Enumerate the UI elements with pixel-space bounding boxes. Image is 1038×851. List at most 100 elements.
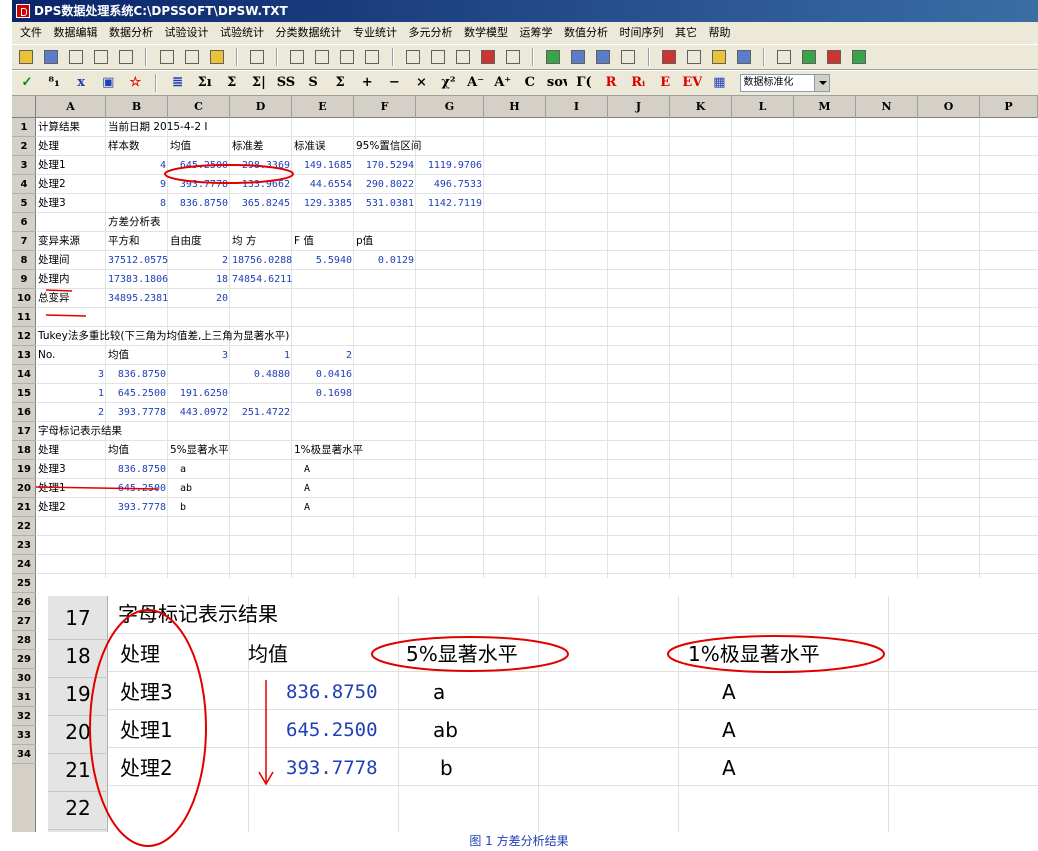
ss-icon[interactable]: SS	[276, 73, 296, 93]
c-icon[interactable]: C	[520, 73, 540, 93]
cell-number[interactable]: 251.4722	[232, 403, 290, 422]
save-icon[interactable]	[44, 50, 59, 64]
cell-header[interactable]: 变异来源	[38, 232, 104, 251]
column-header[interactable]: P	[980, 96, 1038, 118]
column-header[interactable]: G	[416, 96, 484, 118]
cell-letter[interactable]: A	[304, 460, 362, 479]
delete-row-icon[interactable]	[340, 50, 355, 64]
cell-treatment[interactable]: 处理2	[38, 175, 104, 194]
column-header[interactable]: I	[546, 96, 608, 118]
row-header[interactable]: 23	[12, 536, 36, 555]
multiply-icon[interactable]: ×	[411, 73, 431, 93]
chart-icon[interactable]	[571, 50, 586, 64]
edit-icon[interactable]	[505, 50, 520, 64]
filter-icon[interactable]	[365, 50, 380, 64]
a-plus-icon[interactable]: A⁺	[493, 73, 513, 93]
menu-experiment-stats[interactable]: 试验统计	[216, 22, 268, 44]
menu-professional-stats[interactable]: 专业统计	[349, 22, 401, 44]
row-header[interactable]: 9	[12, 270, 36, 289]
cell-number[interactable]: 836.8750	[108, 460, 166, 479]
row-header[interactable]: 4	[12, 175, 36, 194]
cell-number[interactable]: 20	[170, 289, 228, 308]
cell-number[interactable]: 1	[38, 384, 104, 403]
row-header[interactable]: 7	[12, 232, 36, 251]
xy-icon[interactable]	[480, 50, 495, 64]
sov-icon[interactable]: sov	[547, 73, 567, 93]
row-header[interactable]: 22	[12, 517, 36, 536]
cell-header[interactable]: 95%置信区间	[356, 137, 482, 156]
bar-chart-icon[interactable]	[546, 50, 561, 64]
cell-number[interactable]: 3	[170, 346, 228, 365]
menu-other[interactable]: 其它	[671, 22, 701, 44]
row-header[interactable]: 12	[12, 327, 36, 346]
cell-number[interactable]: 298.3369	[232, 156, 290, 175]
r-icon[interactable]: R	[601, 73, 621, 93]
cell-letter[interactable]: a	[180, 460, 238, 479]
insert-col-icon[interactable]	[315, 50, 330, 64]
cell-header[interactable]: 样本数	[108, 137, 166, 156]
s-icon[interactable]: S	[303, 73, 323, 93]
cell-header[interactable]: 5%显著水平	[170, 441, 276, 460]
cell-number[interactable]: 37512.0575	[108, 251, 168, 270]
cell-header[interactable]: 平方和	[108, 232, 166, 251]
menu-file[interactable]: 文件	[16, 22, 46, 44]
menu-data-edit[interactable]: 数据编辑	[50, 22, 102, 44]
cell-letter[interactable]: ab	[180, 479, 238, 498]
cell-letter[interactable]: b	[180, 498, 238, 517]
cell-header[interactable]: No.	[38, 346, 104, 365]
menu-multivariate[interactable]: 多元分析	[405, 22, 457, 44]
cell-number[interactable]: 2	[38, 403, 104, 422]
menu-math-models[interactable]: 数学模型	[460, 22, 512, 44]
matrix-icon[interactable]: ▦	[709, 73, 729, 93]
cell-header[interactable]: 处理	[38, 441, 104, 460]
cell-number[interactable]: 0.1698	[294, 384, 352, 403]
row-header[interactable]: 5	[12, 194, 36, 213]
cut-icon[interactable]	[159, 50, 174, 64]
cell-number[interactable]: 0.4880	[232, 365, 290, 384]
cell-number[interactable]: 34895.2381	[108, 289, 168, 308]
cell-number[interactable]: 836.8750	[108, 365, 166, 384]
cell-number[interactable]: 149.1685	[294, 156, 352, 175]
stack-icon[interactable]: ≣	[168, 73, 188, 93]
plus-icon[interactable]: +	[357, 73, 377, 93]
row-header[interactable]: 16	[12, 403, 36, 422]
row-header[interactable]: 8	[12, 251, 36, 270]
chevron-down-icon[interactable]	[813, 75, 829, 91]
e-icon[interactable]: E	[655, 73, 675, 93]
gamma-icon[interactable]: Γ(	[574, 73, 594, 93]
cell-number[interactable]: 0.0129	[356, 251, 414, 270]
cell-treatment[interactable]: 处理3	[38, 460, 104, 479]
menu-experiment-design[interactable]: 试验设计	[161, 22, 213, 44]
row-header[interactable]: 33	[12, 726, 36, 745]
row-header[interactable]: 24	[12, 555, 36, 574]
column-header[interactable]: B	[106, 96, 168, 118]
cell-number[interactable]: 393.7778	[108, 403, 166, 422]
variable-icon[interactable]	[455, 50, 470, 64]
select-all-corner[interactable]	[12, 96, 36, 118]
frame-icon[interactable]: ▣	[98, 73, 118, 93]
cell-anova-title[interactable]: 方差分析表	[108, 213, 254, 232]
row-header[interactable]: 26	[12, 593, 36, 612]
cell-number[interactable]: 133.9662	[232, 175, 290, 194]
column-header[interactable]: K	[670, 96, 732, 118]
ri-icon[interactable]: Rᵢ	[628, 73, 648, 93]
menu-data-analysis[interactable]: 数据分析	[105, 22, 157, 44]
row-header[interactable]: 11	[12, 308, 36, 327]
row-header[interactable]: 32	[12, 707, 36, 726]
row-header[interactable]: 13	[12, 346, 36, 365]
print-preview-icon[interactable]	[119, 50, 134, 64]
row-header[interactable]: 10	[12, 289, 36, 308]
row-header[interactable]: 19	[12, 460, 36, 479]
row-header[interactable]: 25	[12, 574, 36, 593]
cell-number[interactable]: 1	[232, 346, 290, 365]
row-header[interactable]: 2	[12, 137, 36, 156]
cell-number[interactable]: 191.6250	[170, 384, 228, 403]
row-header[interactable]: 20	[12, 479, 36, 498]
column-header[interactable]: M	[794, 96, 856, 118]
cell-letter[interactable]: A	[304, 479, 362, 498]
cell-header[interactable]: 标准差	[232, 137, 290, 156]
cell-treatment[interactable]: 处理2	[38, 498, 104, 517]
row-header[interactable]: 17	[12, 422, 36, 441]
clear-icon[interactable]	[249, 50, 264, 64]
print-icon[interactable]	[94, 50, 109, 64]
